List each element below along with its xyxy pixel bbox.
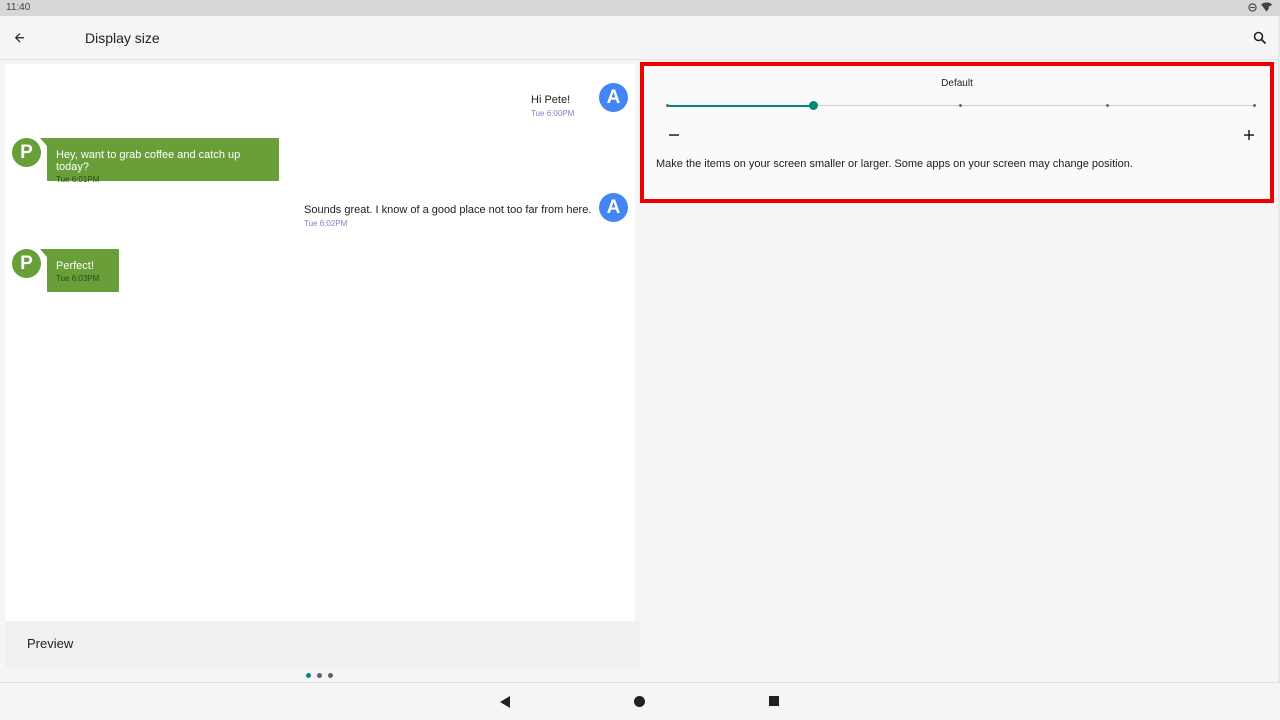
message-text: Sounds great. I know of a good place not… [304,204,592,216]
nav-recents-icon[interactable] [769,696,779,706]
avatar: A [599,83,628,112]
minus-icon [669,134,679,136]
preview-strip: Preview [5,621,640,669]
arrow-back-icon [14,33,25,43]
preview-label: Preview [27,636,74,651]
wifi-icon [1261,2,1272,12]
display-size-controls: Default Make the items on your screen sm… [640,62,1274,203]
preview-panel[interactable]: A Hi Pete! Tue 6:00PM P Hey, want to gra… [5,64,635,621]
page-indicator [306,673,333,678]
message-text: Hey, want to grab coffee and catch up to… [56,149,241,173]
message-time: Tue 6:02PM [304,219,348,228]
back-button[interactable] [8,26,32,50]
current-size-label: Default [941,78,973,89]
avatar: A [599,193,628,222]
message-time: Tue 6:01PM [56,175,100,184]
list-item: Hi Pete! Tue 6:00PM [531,94,574,118]
search-button[interactable] [1248,26,1272,50]
dnd-icon [1248,2,1257,12]
navigation-bar [0,682,1280,720]
size-slider-tick[interactable] [1252,104,1256,107]
page-dot[interactable] [306,673,311,678]
increase-size-button[interactable] [1242,128,1256,142]
status-time: 11:40 [6,2,31,13]
plus-icon [1244,130,1254,140]
size-slider-tick[interactable] [959,104,962,107]
page-dot[interactable] [328,673,333,678]
decrease-size-button[interactable] [667,128,681,142]
list-item: Hey, want to grab coffee and catch up to… [40,138,279,184]
list-item: Perfect! Tue 6:03PM [40,249,119,292]
avatar: P [12,138,41,167]
app-bar: Display size [0,16,1280,60]
avatar: P [12,249,41,278]
bubble-tail [40,138,47,146]
nav-back-button[interactable] [499,695,511,708]
size-slider-tick[interactable] [665,104,669,107]
nav-home-icon[interactable] [634,696,645,707]
size-slider-tick[interactable] [1105,104,1109,107]
status-bar: 11:40 [0,0,1280,16]
message-time: Tue 6:00PM [531,109,575,118]
size-description: Make the items on your screen smaller or… [656,158,1133,170]
page-title: Display size [85,30,160,46]
status-icons [1248,2,1272,12]
page-dot[interactable] [317,673,322,678]
size-slider-fill [667,104,814,107]
message-text: Hi Pete! [531,94,571,106]
size-slider-thumb[interactable] [809,101,819,110]
message-text: Perfect! [56,260,94,272]
search-icon [1253,31,1267,45]
list-item: Sounds great. I know of a good place not… [304,204,591,228]
bubble-tail [40,249,47,257]
message-time: Tue 6:03PM [56,274,100,283]
nav-back-icon [500,696,510,708]
